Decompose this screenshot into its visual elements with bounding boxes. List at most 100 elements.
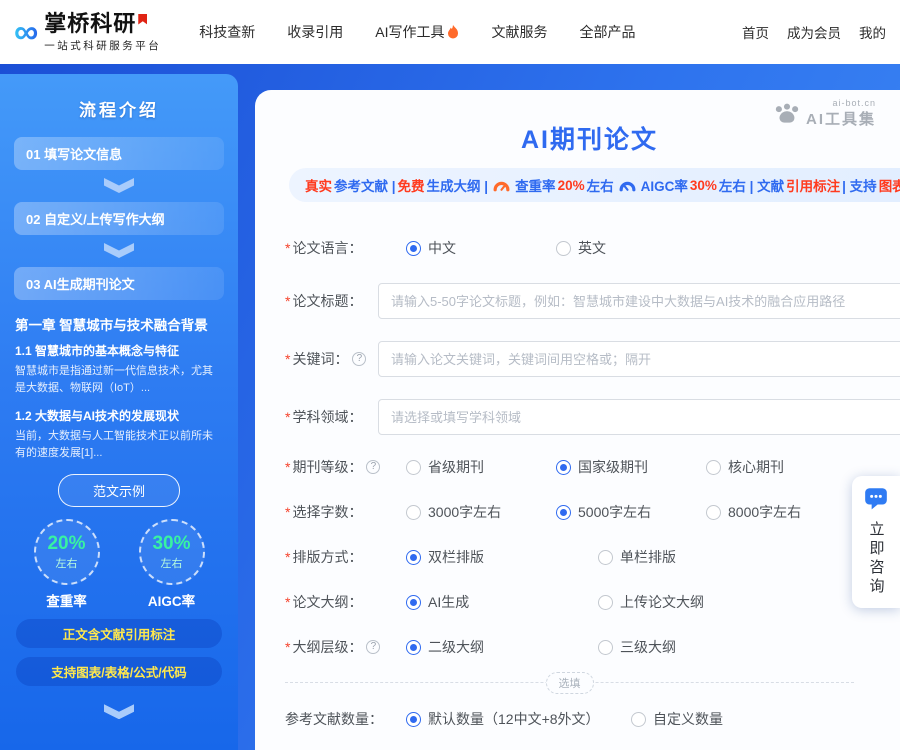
radio-custom-count[interactable]: 自定义数量	[631, 709, 723, 729]
sample-section-2-text: 当前，大数据与人工智能技术正以前所未有的速度发展[1]...	[15, 428, 223, 462]
radio-two-column[interactable]: 双栏排版	[406, 547, 598, 567]
radio-5000-words[interactable]: 5000字左右	[556, 502, 706, 522]
sample-paper-button[interactable]: 范文示例	[58, 474, 180, 507]
nav-item-ai-writing[interactable]: AI写作工具	[375, 22, 459, 42]
down-arrow-icon	[104, 704, 134, 719]
nav-item-literature[interactable]: 文献服务	[491, 22, 547, 42]
form-row-journal-level: * 期刊等级： ? 省级期刊 国家级期刊 核心期刊	[285, 457, 900, 477]
paper-form: * 论文语言： 中文 英文 * 论文标题： *	[285, 238, 900, 750]
form-row-outline-level: * 大纲层级： ? 二级大纲 三级大纲	[285, 637, 900, 657]
radio-icon	[598, 550, 613, 565]
field-label-word-count: * 选择字数：	[285, 502, 378, 522]
sample-section-1-title: 1.1 智慧城市的基本概念与特征	[15, 342, 223, 359]
badge-circle: 30% 左右	[139, 519, 205, 585]
form-row-reference-count: 参考文献数量： 默认数量（12中文+8外文） 自定义数量	[285, 709, 900, 729]
radio-icon	[631, 712, 646, 727]
field-label-journal-level: * 期刊等级： ?	[285, 457, 378, 477]
radio-icon	[406, 712, 421, 727]
radio-national[interactable]: 国家级期刊	[556, 457, 706, 477]
sample-section-1-text: 智慧城市是指通过新一代信息技术，尤其是大数据、物联网（IoT）...	[15, 363, 223, 397]
radio-icon	[406, 460, 421, 475]
optional-divider: 选填	[285, 682, 854, 683]
form-row-keywords: * 关键词： ?	[285, 341, 900, 377]
flame-icon	[447, 25, 459, 39]
help-icon[interactable]: ?	[352, 352, 366, 366]
rate-badges: 20% 左右 查重率 30% 左右 AIGC率	[0, 519, 238, 610]
radio-one-column[interactable]: 单栏排版	[598, 547, 790, 567]
keywords-input[interactable]	[378, 341, 900, 377]
form-row-language: * 论文语言： 中文 英文	[285, 238, 900, 258]
logo-name: 掌桥科研	[44, 11, 136, 36]
gauge-icon-blue	[619, 179, 636, 192]
radio-level-2[interactable]: 二级大纲	[406, 637, 598, 657]
consult-label: 立即咨询	[866, 521, 887, 597]
radio-icon	[406, 640, 421, 655]
radio-icon	[706, 505, 721, 520]
radio-icon	[406, 505, 421, 520]
down-arrow-icon	[104, 243, 134, 258]
field-label-language: * 论文语言：	[285, 238, 378, 258]
radio-default-count[interactable]: 默认数量（12中文+8外文）	[406, 709, 631, 729]
field-label-keywords: * 关键词： ?	[285, 349, 378, 369]
step-3-generate[interactable]: 03 AI生成期刊论文	[14, 267, 224, 300]
user-nav: 首页 成为会员 我的	[742, 22, 886, 42]
form-row-subject: * 学科领域：	[285, 399, 900, 435]
form-row-layout: * 排版方式： 双栏排版 单栏排版	[285, 547, 900, 567]
feature-tag-charts: 支持图表/表格/公式/代码	[16, 657, 222, 686]
feature-strip: 真实参考文献 | 免费生成大纲 | 查重率20%左右 AIGC率30% 左右 |…	[289, 168, 900, 202]
radio-icon	[556, 241, 571, 256]
field-label-outline-level: * 大纲层级： ?	[285, 637, 378, 657]
form-row-outline: * 论文大纲： AI生成 上传论文大纲	[285, 592, 900, 612]
watermark: ai-bot.cn AI工具集	[774, 98, 876, 129]
subject-input[interactable]	[378, 399, 900, 435]
nav-item-home[interactable]: 首页	[742, 22, 769, 42]
process-sidebar: 流程介绍 01 填写论文信息 02 自定义/上传写作大纲 03 AI生成期刊论文…	[0, 74, 238, 750]
field-label-title: * 论文标题：	[285, 291, 378, 311]
radio-provincial[interactable]: 省级期刊	[406, 457, 556, 477]
watermark-name: AI工具集	[806, 108, 876, 129]
nav-item-citation[interactable]: 收录引用	[287, 22, 343, 42]
radio-english[interactable]: 英文	[556, 238, 706, 258]
step-2-outline[interactable]: 02 自定义/上传写作大纲	[14, 202, 224, 235]
sample-section-2-title: 1.2 大数据与AI技术的发展现状	[15, 407, 223, 424]
gauge-icon-orange	[493, 179, 510, 192]
radio-icon	[598, 640, 613, 655]
sample-chapter-title: 第一章 智慧城市与技术融合背景	[15, 314, 223, 334]
watermark-logo-icon	[774, 103, 800, 125]
radio-level-3[interactable]: 三级大纲	[598, 637, 790, 657]
top-nav: ∞ 掌桥科研 一站式科研服务平台 科技查新 收录引用 AI写作工具 文献服务 全…	[0, 0, 900, 64]
nav-item-membership[interactable]: 成为会员	[787, 22, 841, 42]
chat-bubble-icon	[863, 485, 889, 511]
logo[interactable]: ∞ 掌桥科研 一站式科研服务平台	[14, 12, 161, 53]
nav-item-mine[interactable]: 我的	[859, 22, 886, 42]
radio-ai-generate[interactable]: AI生成	[406, 592, 598, 612]
sidebar-title: 流程介绍	[0, 96, 238, 121]
nav-item-novelty-check[interactable]: 科技查新	[199, 22, 255, 42]
watermark-site: ai-bot.cn	[806, 98, 876, 108]
paper-title-input[interactable]	[378, 283, 900, 319]
radio-icon	[706, 460, 721, 475]
radio-chinese[interactable]: 中文	[406, 238, 556, 258]
down-arrow-icon	[104, 178, 134, 193]
radio-upload-outline[interactable]: 上传论文大纲	[598, 592, 790, 612]
radio-icon	[556, 460, 571, 475]
form-row-title: * 论文标题：	[285, 283, 900, 319]
radio-icon	[598, 595, 613, 610]
radio-icon	[556, 505, 571, 520]
page-body: 流程介绍 01 填写论文信息 02 自定义/上传写作大纲 03 AI生成期刊论文…	[0, 64, 900, 750]
duplicate-rate-badge: 20% 左右 查重率	[34, 519, 100, 610]
logo-tagline: 一站式科研服务平台	[44, 38, 161, 53]
aigc-rate-badge: 30% 左右 AIGC率	[139, 519, 205, 610]
field-label-layout: * 排版方式：	[285, 547, 378, 567]
consult-widget[interactable]: 立即咨询	[852, 476, 900, 608]
radio-8000-words[interactable]: 8000字左右	[706, 502, 856, 522]
main-card: ai-bot.cn AI工具集 AI期刊论文 真实参考文献 | 免费生成大纲 |…	[255, 90, 900, 750]
radio-3000-words[interactable]: 3000字左右	[406, 502, 556, 522]
nav-item-all-products[interactable]: 全部产品	[579, 22, 635, 42]
radio-core[interactable]: 核心期刊	[706, 457, 856, 477]
infinity-logo-icon: ∞	[14, 17, 38, 47]
field-label-reference-count: 参考文献数量：	[285, 709, 378, 729]
feature-tag-citations: 正文含文献引用标注	[16, 619, 222, 648]
step-1-fill-info[interactable]: 01 填写论文信息	[14, 137, 224, 170]
radio-icon	[406, 550, 421, 565]
